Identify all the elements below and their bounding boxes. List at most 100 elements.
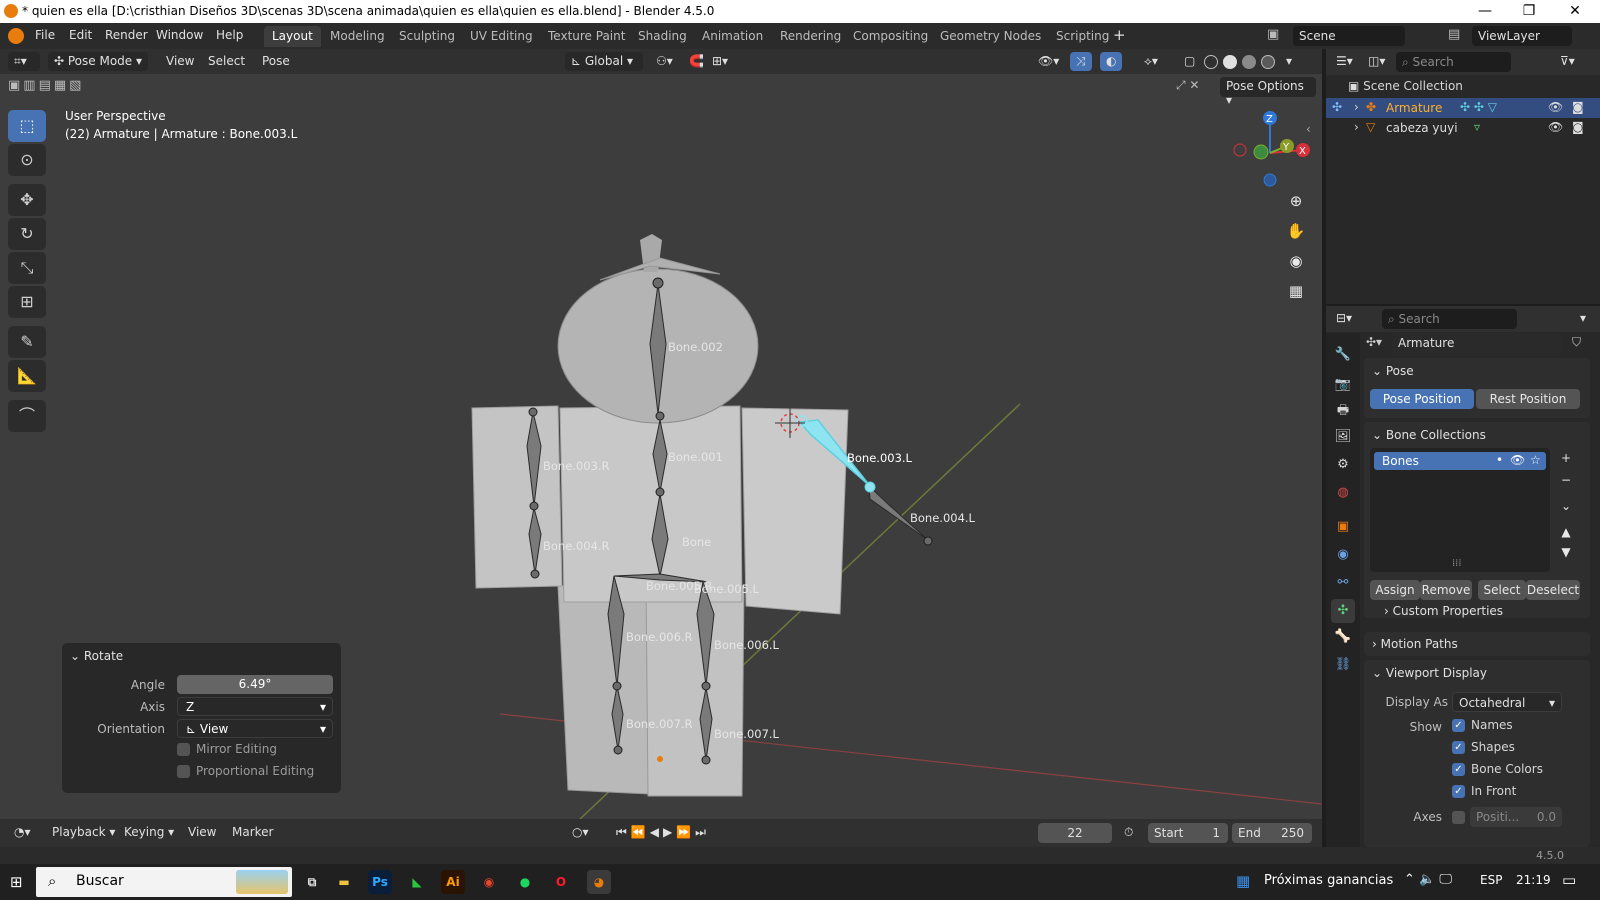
tab-texture-paint[interactable]: Texture Paint xyxy=(540,26,633,47)
snap-settings-icon[interactable]: ⊞▾ xyxy=(706,52,734,71)
taskbar-search-box[interactable]: ⌕ Buscar xyxy=(36,867,292,897)
move-down-icon[interactable]: ▼ xyxy=(1556,542,1576,562)
menu-marker[interactable]: Marker xyxy=(226,823,279,842)
bone-collection-item[interactable]: Bones • 👁 ☆ xyxy=(1374,452,1546,470)
scale-tool-icon[interactable]: ⤡ xyxy=(8,252,46,284)
maximize-button[interactable]: ❐ xyxy=(1506,0,1552,23)
menu-keying[interactable]: Keying ▾ xyxy=(118,823,180,842)
navigation-gizmo[interactable]: Z X Y xyxy=(1225,108,1315,198)
tab-layout[interactable]: Layout xyxy=(264,26,321,47)
windows-start-icon[interactable]: ⊞ xyxy=(10,873,28,891)
bone-colors-checkbox[interactable]: ✓ Bone Colors xyxy=(1452,762,1543,776)
camera-view-icon[interactable]: ◉ xyxy=(1283,248,1309,274)
scene-icon[interactable]: ▣ xyxy=(1267,27,1291,45)
cursor-tool-icon[interactable]: ⊙ xyxy=(8,144,46,176)
properties-search-input[interactable]: ⌕ Search xyxy=(1382,309,1517,329)
tab-shading[interactable]: Shading xyxy=(630,26,695,47)
tray-icons[interactable]: ⌃ 🔈 🖵 xyxy=(1404,872,1452,887)
tab-scripting[interactable]: Scripting xyxy=(1048,26,1117,47)
rest-position-button[interactable]: Rest Position xyxy=(1476,389,1580,409)
star-icon[interactable]: ☆ xyxy=(1530,453,1541,467)
rotate-tool-icon[interactable]: ↻ xyxy=(8,218,46,250)
tab-sculpting[interactable]: Sculpting xyxy=(391,26,463,47)
output-tab-icon[interactable]: 🖶 xyxy=(1331,399,1355,423)
eye-icon[interactable]: 👁 xyxy=(1548,120,1563,134)
snap-tool-icon[interactable]: ⤢ ✕ xyxy=(1176,78,1216,96)
pivot-point-icon[interactable]: ⚇▾ xyxy=(650,52,679,71)
menu-help[interactable]: Help xyxy=(216,28,243,42)
menu-view-timeline[interactable]: View xyxy=(182,823,222,842)
display-mode-icon[interactable]: ◫▾ xyxy=(1362,52,1391,71)
spotify-icon[interactable]: ● xyxy=(513,870,537,894)
opera-icon[interactable]: O xyxy=(549,870,573,894)
transform-orientation-dropdown[interactable]: ⊾ Global ▾ xyxy=(565,52,643,71)
tab-modeling[interactable]: Modeling xyxy=(322,26,393,47)
bone-collections-header[interactable]: ⌄ Bone Collections xyxy=(1372,428,1486,442)
pan-hand-icon[interactable]: ✋ xyxy=(1283,218,1309,244)
view-layer-icon[interactable]: ▤ xyxy=(1448,27,1470,45)
start-frame-field[interactable]: Start 1 xyxy=(1148,823,1228,843)
menu-render[interactable]: Render xyxy=(105,28,148,42)
material-shading-icon[interactable] xyxy=(1242,55,1256,69)
overlays-toggle-icon[interactable]: ◐ xyxy=(1100,52,1123,71)
camera-render-icon[interactable]: ◙ xyxy=(1572,100,1584,114)
armature-data-tab-icon[interactable]: ✣ xyxy=(1331,599,1355,623)
axes-checkbox[interactable] xyxy=(1452,810,1471,824)
timeline-editor-icon[interactable]: ◔▾ xyxy=(8,823,37,842)
motion-paths-header[interactable]: › Motion Paths xyxy=(1372,637,1458,651)
menu-file[interactable]: File xyxy=(35,28,55,42)
bone-tab-icon[interactable]: 🦴 xyxy=(1331,625,1355,649)
viewport-display-header[interactable]: ⌄ Viewport Display xyxy=(1372,666,1487,680)
expand-arrow-icon[interactable]: › xyxy=(1354,120,1359,134)
clock[interactable]: 21:19 xyxy=(1516,873,1551,887)
wireframe-shading-icon[interactable] xyxy=(1204,55,1218,69)
weather-widget-label[interactable]: Próximas ganancias xyxy=(1264,873,1393,888)
proportional-editing-checkbox[interactable]: Proportional Editing xyxy=(177,764,314,778)
mode-dropdown[interactable]: ✣ Pose Mode ▾ xyxy=(48,52,148,71)
task-view-icon[interactable]: ⧉ xyxy=(300,870,324,894)
illustrator-icon[interactable]: Ai xyxy=(441,870,465,894)
fake-user-shield-icon[interactable]: ⛉ xyxy=(1572,335,1581,350)
rotate-panel-header[interactable]: ⌄ Rotate xyxy=(70,649,123,663)
preview-range-icon[interactable]: ⏱ xyxy=(1118,823,1139,842)
menu-edit[interactable]: Edit xyxy=(69,28,92,42)
measure-tool-icon[interactable]: 📐 xyxy=(8,360,46,392)
move-up-icon[interactable]: ▲ xyxy=(1556,522,1576,542)
object-tab-icon[interactable]: ▣ xyxy=(1331,515,1355,539)
constraints-tab-icon[interactable]: ⚯ xyxy=(1331,571,1355,595)
physics-tab-icon[interactable]: ◉ xyxy=(1331,543,1355,567)
menu-view[interactable]: View xyxy=(160,52,200,71)
expand-arrow-icon[interactable]: › xyxy=(1354,100,1359,114)
menu-pose[interactable]: Pose xyxy=(256,52,296,71)
visibility-icon[interactable]: 👁▾ xyxy=(1032,52,1065,71)
mirror-editing-checkbox[interactable]: Mirror Editing xyxy=(177,742,277,756)
filter-icon[interactable]: ⊽▾ xyxy=(1554,52,1581,71)
chevron-down-icon[interactable]: ▾ xyxy=(1574,309,1592,328)
axis-dropdown[interactable]: Z ▾ xyxy=(177,697,333,716)
ortho-grid-icon[interactable]: ▦ xyxy=(1283,278,1309,304)
custom-properties-subheader[interactable]: › Custom Properties xyxy=(1384,604,1503,618)
close-button[interactable]: ✕ xyxy=(1552,0,1598,23)
end-frame-field[interactable]: End 250 xyxy=(1232,823,1312,843)
minimize-button[interactable]: — xyxy=(1462,0,1508,23)
playback-controls-icon[interactable]: ⏮⏪◀▶⏩⏭ xyxy=(610,823,716,842)
current-frame-field[interactable]: 22 xyxy=(1038,823,1112,843)
record-icon[interactable]: ○▾ xyxy=(566,823,595,842)
armature-name-field[interactable]: Armature xyxy=(1392,333,1562,353)
sidebar-toggle-icon[interactable]: ‹ xyxy=(1306,122,1311,136)
add-workspace-button[interactable]: + xyxy=(1113,26,1126,44)
resize-grip-icon[interactable]: ⁞⁞⁞ xyxy=(1452,558,1462,569)
remove-button[interactable]: Remove xyxy=(1420,580,1472,600)
motion-paths-section[interactable]: › Motion Paths xyxy=(1364,632,1590,656)
display-as-dropdown[interactable]: Octahedral ▾ xyxy=(1452,692,1562,712)
selection-mode-icons[interactable]: ▣▥▤▦▧ xyxy=(8,78,108,96)
axes-position-field[interactable]: Positi... 0.0 xyxy=(1470,807,1562,827)
in-front-checkbox[interactable]: ✓ In Front xyxy=(1452,784,1516,798)
transform-tool-icon[interactable]: ⊞ xyxy=(8,286,46,318)
pose-section-header[interactable]: ⌄ Pose xyxy=(1372,364,1414,378)
tab-animation[interactable]: Animation xyxy=(694,26,771,47)
scene-tab-icon[interactable]: ⚙ xyxy=(1331,453,1355,477)
blender-taskbar-icon[interactable]: ◕ xyxy=(587,870,611,894)
remove-collection-button[interactable]: − xyxy=(1556,470,1576,490)
outliner-editor-icon[interactable]: ☰▾ xyxy=(1330,52,1359,71)
